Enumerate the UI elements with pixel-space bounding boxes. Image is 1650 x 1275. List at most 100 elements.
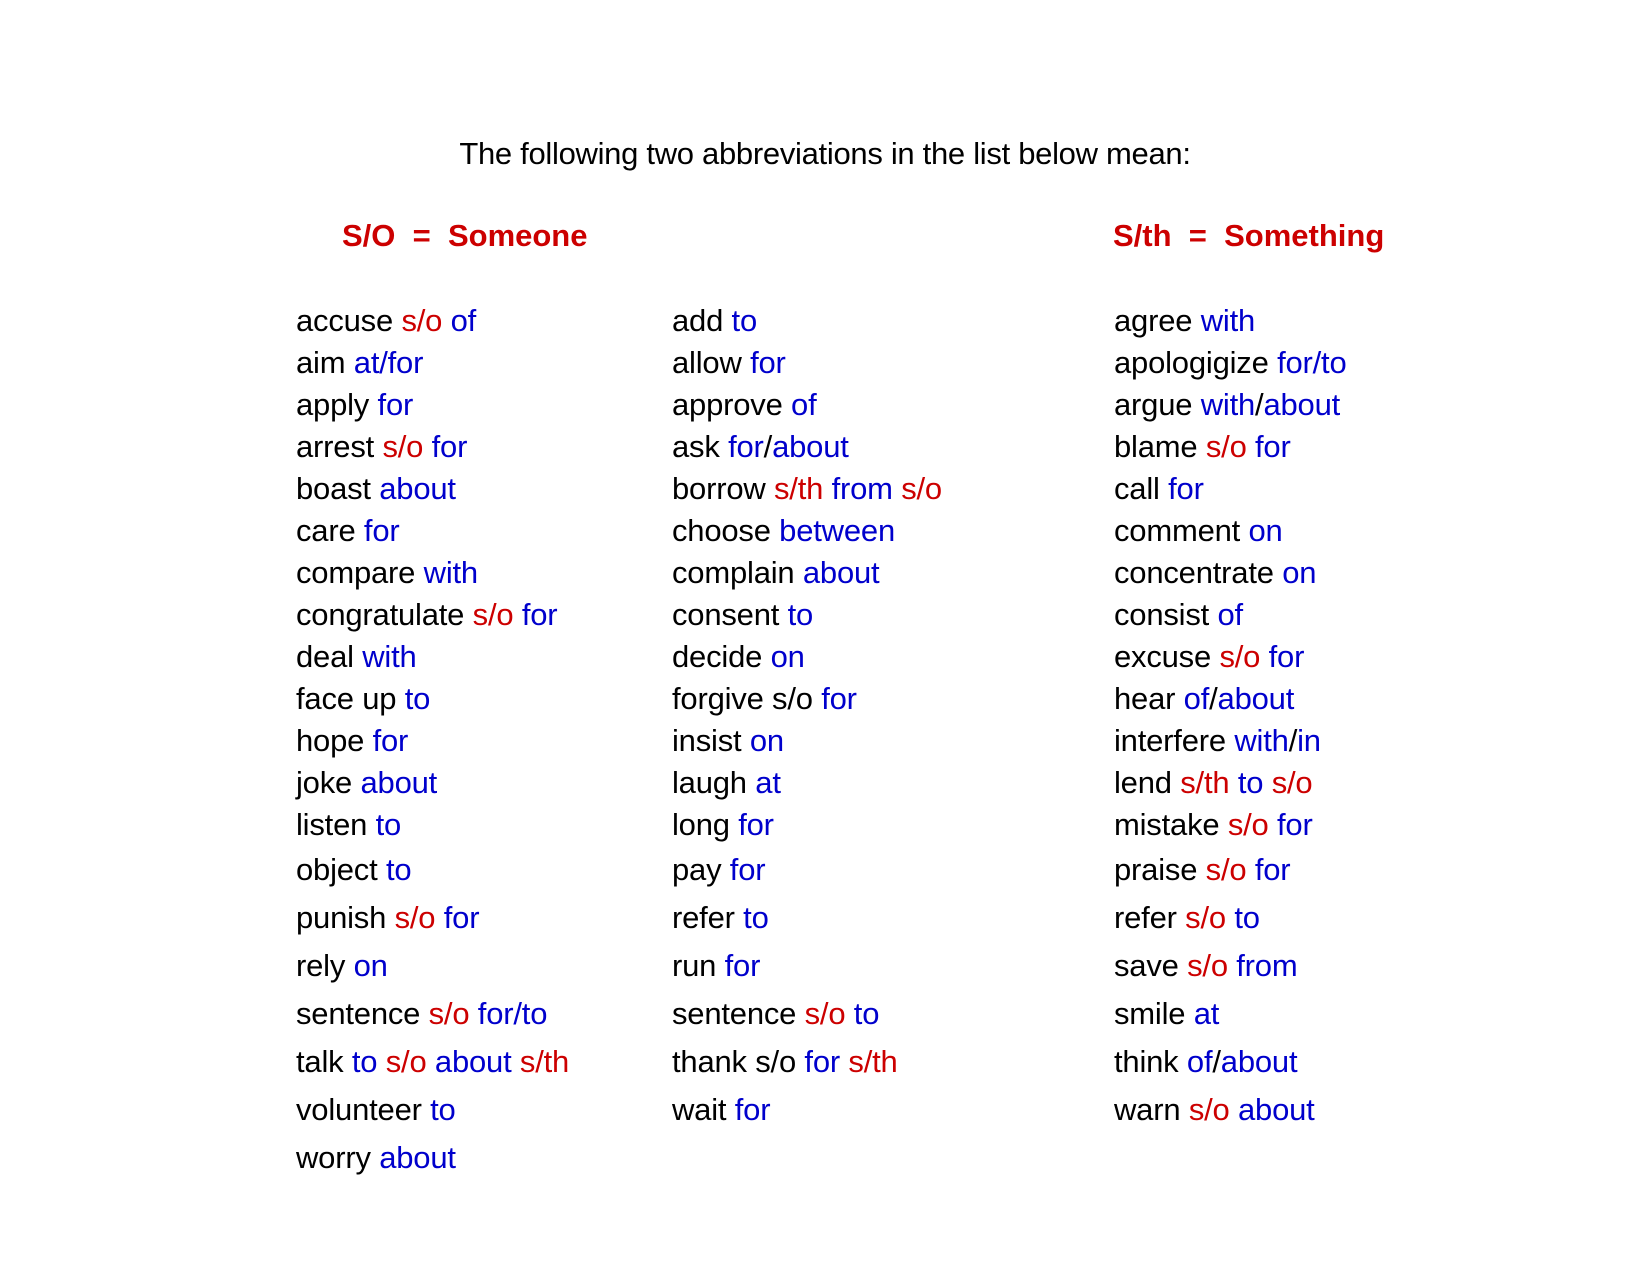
phrase-preposition: of: [782, 387, 817, 422]
phrase-preposition: at/for: [345, 345, 424, 380]
phrase-preposition: to: [343, 1044, 378, 1079]
phrase-preposition: from: [1227, 948, 1298, 983]
phrase-entry: choose between: [672, 510, 942, 552]
phrase-column-2: add to allow for approve of ask for/about bo…: [672, 300, 942, 1134]
phrase-entry: ask for/about: [672, 426, 942, 468]
phrase-verb: insist: [672, 723, 742, 758]
phrase-preposition: about: [1220, 1044, 1298, 1079]
phrase-entry: volunteer to: [296, 1086, 569, 1134]
phrase-verb: arrest: [296, 429, 375, 464]
phrase-entry: worry about: [296, 1134, 569, 1182]
phrase-verb: punish: [296, 900, 387, 935]
phrase-preposition: between: [770, 513, 895, 548]
phrase-verb: worry: [296, 1140, 371, 1175]
phrase-preposition: to: [845, 996, 880, 1031]
phrase-verb: approve: [672, 387, 783, 422]
phrase-preposition: about: [352, 765, 438, 800]
phrase-preposition: for: [1159, 471, 1204, 506]
phrase-entry: long for: [672, 804, 942, 846]
phrase-verb: interfere: [1114, 723, 1226, 758]
phrase-preposition: on: [345, 948, 388, 983]
phrase-verb: volunteer: [296, 1092, 422, 1127]
phrase-verb: pay: [672, 852, 722, 887]
phrase-preposition: from: [823, 471, 893, 506]
phrase-entry: blame s/o for: [1114, 426, 1347, 468]
phrase-verb: congratulate: [296, 597, 465, 632]
phrase-object: s/o: [796, 996, 846, 1031]
phrase-entry: add to: [672, 300, 942, 342]
phrase-verb: decide: [672, 639, 763, 674]
phrase-verb: ask: [672, 429, 720, 464]
phrase-preposition: with: [1192, 303, 1256, 338]
phrase-entry: excuse s/o for: [1114, 636, 1347, 678]
phrase-object: s/o: [1176, 900, 1226, 935]
phrase-verb: consent: [672, 597, 780, 632]
phrase-preposition: for: [721, 852, 766, 887]
phrase-preposition: with: [1225, 723, 1289, 758]
phrase-preposition: about: [426, 1044, 512, 1079]
phrase-verb: praise: [1114, 852, 1198, 887]
phrase-preposition: for: [741, 345, 786, 380]
phrase-object: s/th: [840, 1044, 898, 1079]
phrase-column-1: accuse s/o of aim at/for apply for arrest s…: [296, 300, 569, 1182]
phrase-entry: warn s/o about: [1114, 1086, 1347, 1134]
phrase-object: s/th: [1171, 765, 1230, 800]
phrase-verb: thank s/o: [672, 1044, 797, 1079]
phrase-entry: comment on: [1114, 510, 1347, 552]
phrase-entry: compare with: [296, 552, 569, 594]
phrase-verb: lend: [1114, 765, 1172, 800]
phrase-verb: boast: [296, 471, 371, 506]
phrase-object: s/o: [892, 471, 942, 506]
intro-heading: The following two abbreviations in the l…: [459, 136, 1191, 171]
phrase-entry: wait for: [672, 1086, 942, 1134]
phrase-verb: wait: [672, 1092, 727, 1127]
phrase-preposition: for: [1246, 852, 1291, 887]
phrase-preposition: in: [1297, 723, 1321, 758]
phrase-entry: accuse s/o of: [296, 300, 569, 342]
phrase-preposition: about: [1217, 681, 1295, 716]
phrase-entry: punish s/o for: [296, 894, 569, 942]
phrase-verb: joke: [296, 765, 353, 800]
phrase-object: s/o: [1178, 948, 1228, 983]
phrase-preposition: to: [1229, 765, 1264, 800]
phrase-preposition: for: [796, 1044, 841, 1079]
legend-someone: S/O = Someone: [342, 218, 588, 253]
phrase-preposition: to: [367, 807, 402, 842]
phrase-preposition: for: [435, 900, 480, 935]
phrase-preposition: of: [1178, 1044, 1213, 1079]
phrase-entry: face up to: [296, 678, 569, 720]
phrase-verb: complain: [672, 555, 795, 590]
phrase-entry: boast about: [296, 468, 569, 510]
phrase-verb: consist: [1114, 597, 1210, 632]
phrase-verb: aim: [296, 345, 346, 380]
phrase-object: s/o: [374, 429, 424, 464]
phrase-preposition: for: [812, 681, 857, 716]
phrase-entry: pay for: [672, 846, 942, 894]
phrase-verb: /: [1288, 723, 1298, 758]
phrase-entry: arrest s/o for: [296, 426, 569, 468]
phrase-entry: refer s/o to: [1114, 894, 1347, 942]
phrase-entry: hope for: [296, 720, 569, 762]
phrase-verb: forgive s/o: [672, 681, 813, 716]
phrase-preposition: for: [355, 513, 400, 548]
phrase-verb: accuse: [296, 303, 394, 338]
phrase-preposition: for/to: [1268, 345, 1347, 380]
phrase-preposition: for: [726, 1092, 771, 1127]
phrase-entry: save s/o from: [1114, 942, 1347, 990]
phrase-preposition: at: [1185, 996, 1220, 1031]
phrase-preposition: with: [353, 639, 417, 674]
phrase-entry: agree with: [1114, 300, 1347, 342]
phrase-entry: care for: [296, 510, 569, 552]
phrase-preposition: for: [1246, 429, 1291, 464]
phrase-entry: approve of: [672, 384, 942, 426]
phrase-preposition: for: [369, 387, 414, 422]
phrase-entry: talk to s/o about s/th: [296, 1038, 569, 1086]
phrase-preposition: to: [779, 597, 814, 632]
phrase-verb: long: [672, 807, 730, 842]
phrase-preposition: on: [1273, 555, 1317, 590]
phrase-preposition: of: [1209, 597, 1244, 632]
phrase-verb: hope: [296, 723, 365, 758]
phrase-object: s/o: [464, 597, 514, 632]
phrase-object: s/o: [1219, 807, 1269, 842]
phrase-entry: sentence s/o to: [672, 990, 942, 1038]
